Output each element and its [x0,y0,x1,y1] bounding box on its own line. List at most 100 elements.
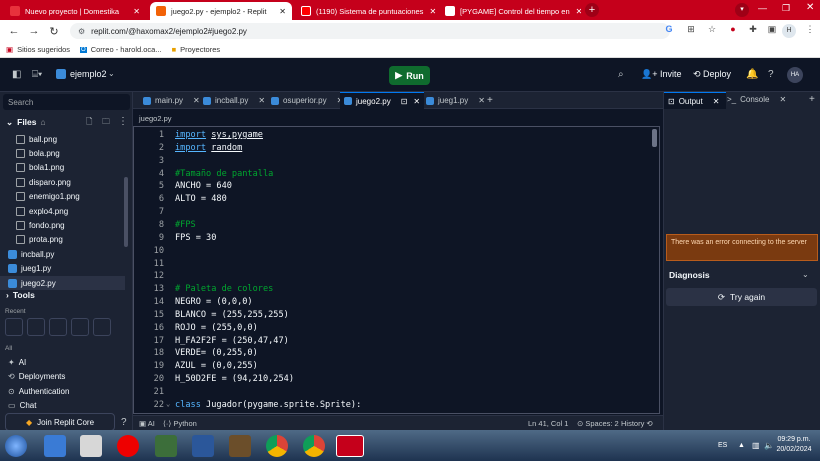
close-tab-icon[interactable]: ✕ [273,7,286,16]
word-icon[interactable] [192,435,214,457]
run-button[interactable]: ▶ Run [389,66,430,85]
fold-chevron-icon[interactable]: ⌄ [166,400,170,408]
recent-tool-slot[interactable] [27,318,45,336]
sidebar-toggle-icon[interactable]: ◧ [12,69,21,80]
file-item[interactable]: juego2.py [0,276,125,290]
language-indicator[interactable]: ES [718,442,727,449]
browser-tab-replit[interactable]: juego2.py - ejemplo2 - Replit ✕ [150,2,292,20]
search-icon[interactable]: ⌕ [618,69,624,80]
tab-search-chevron-icon[interactable]: ▾ [735,3,749,17]
file-item[interactable]: prota.png [0,233,125,247]
bookmark-correo[interactable]: O Correo - harold.oca... [80,45,162,54]
files-options-icon[interactable]: ⌂ [41,117,46,128]
diagnosis-chevron-icon[interactable]: ⌄ [802,270,809,279]
close-tab-icon[interactable]: ✕ [779,95,786,104]
tab-incball-py[interactable]: incball.py ✕ [199,92,269,109]
tool-ai[interactable]: ✦ AI [8,358,26,367]
new-file-icon[interactable]: 🗋 [86,116,92,130]
minimize-icon[interactable]: — [758,3,767,13]
tab-osuperior-py[interactable]: osuperior.py✕ [267,92,347,109]
file-item[interactable]: explo4.png [0,204,125,218]
browser-menu-icon[interactable]: ⋮ [803,24,817,38]
breadcrumb[interactable]: juego2.py [133,110,663,125]
game-icon[interactable] [155,435,177,457]
close-tab-icon[interactable]: ✕ [570,7,581,16]
file-item[interactable]: jueg1.py [0,262,125,276]
language-status[interactable]: ⟨·⟩ Python [163,419,197,428]
profile-avatar[interactable]: H [782,24,796,38]
new-folder-icon[interactable]: 🗀 [102,116,110,130]
file-item[interactable]: fondo.png [0,218,125,232]
close-tab-icon[interactable]: ✕ [127,7,140,16]
side-panel-icon[interactable]: ▣ [765,24,779,38]
code-editor[interactable]: 1 import sys,pygame 2 import random 3 4 #Tamañ… [133,126,660,414]
new-tab-button[interactable]: + [585,3,599,17]
spaces-setting[interactable]: ⊙ Spaces: 2 [577,419,619,428]
bookmark-star-icon[interactable]: ☆ [705,24,719,38]
recent-tool-slot[interactable] [49,318,67,336]
ie-icon[interactable] [44,435,66,457]
file-item[interactable]: ball.png [0,132,125,146]
browser-tab-pygame[interactable]: [PYGAME] Control del tiempo en ✕ [439,2,581,20]
file-item[interactable]: incball.py [0,247,125,261]
extension-red-icon[interactable]: ● [726,24,740,38]
deploy-button[interactable]: ⟲ Deploy [693,69,731,80]
user-avatar[interactable]: HA [787,67,803,83]
try-again-button[interactable]: ⟳ Try again [666,288,817,306]
help-icon[interactable]: ? [768,69,774,80]
invite-button[interactable]: 👤+ Invite [641,69,681,80]
recent-tool-slot[interactable] [5,318,23,336]
maximize-icon[interactable]: ❐ [782,3,790,14]
add-pane-icon[interactable]: + [809,94,815,105]
chrome-profile-icon[interactable] [303,435,325,457]
file-item[interactable]: enemigo1.png [0,190,125,204]
close-tab-icon[interactable]: ✕ [258,96,265,105]
start-button-icon[interactable] [5,435,27,457]
file-item[interactable]: bola.png [0,146,125,160]
tab-juego2-py[interactable]: juego2.py ⊡ ✕ [340,92,425,109]
notifications-bell-icon[interactable]: 🔔 [746,69,758,80]
file-item[interactable]: disparo.png [0,175,125,189]
bookmark-proyectores[interactable]: ■ Proyectores [172,45,221,54]
extensions-icon[interactable]: ✚ [746,24,760,38]
tab-output[interactable]: ⊡ Output ✕ [664,92,726,109]
network-icon[interactable]: ▥ [752,441,760,450]
split-view-icon[interactable]: ⊡ [401,97,408,106]
tab-main-py[interactable]: main.py ✕ [139,92,204,109]
files-menu-icon[interactable]: ⋮ [118,116,128,127]
tool-deployments[interactable]: ⟲ Deployments [8,372,65,381]
tool-chat[interactable]: ▭ Chat [8,401,36,410]
ai-status[interactable]: ▣ AI [139,419,155,428]
bookmark-sitios[interactable]: ▣ Sitios sugeridos [6,45,70,54]
project-chevron-icon[interactable]: ⌄ [108,69,115,78]
forward-icon[interactable]: → [24,25,44,37]
tools-header[interactable]: › Tools [6,290,35,300]
window-close-icon[interactable]: ✕ [806,2,814,13]
project-name[interactable]: ejemplo2 [70,69,107,79]
browser-tab-youtube[interactable]: (1190) Sistema de puntuaciones ✕ [295,2,437,20]
clock[interactable]: 09:29 p.m. 20/02/2024 [772,435,816,455]
history-button[interactable]: History ⟲ [621,419,653,428]
calculator-icon[interactable] [80,435,102,457]
reload-icon[interactable]: ↻ [44,25,64,38]
join-replit-core-button[interactable]: ◆ Join Replit Core [5,413,115,431]
file-item[interactable]: bola1.png [0,161,125,175]
close-tab-icon[interactable]: ✕ [413,97,420,106]
back-icon[interactable]: ← [4,25,24,37]
recent-tool-slot[interactable] [93,318,111,336]
close-tab-icon[interactable]: ✕ [423,7,436,16]
tab-jueg1-py[interactable]: jueg1.py ✕ [422,92,489,109]
address-bar[interactable]: ⚙ replit.com/@haxomax2/ejemplo2#juego2.p… [70,23,670,39]
site-info-icon[interactable]: ⚙ [78,27,85,36]
replit-logo-icon[interactable]: ⌸▾ [32,69,42,80]
new-tab-plus-icon[interactable]: + [487,95,493,106]
game2-icon[interactable] [229,435,251,457]
tab-console[interactable]: >_ Console ✕ [727,95,786,104]
editor-scrollbar[interactable] [652,129,657,147]
tool-authentication[interactable]: ⊙ Authentication [8,387,69,396]
opera-icon[interactable] [117,435,139,457]
close-tab-icon[interactable]: ✕ [478,96,485,105]
google-icon[interactable]: G [662,24,676,38]
tray-chevron-icon[interactable]: ▲ [738,442,745,449]
files-header[interactable]: ⌄ Files ⌂ [6,117,46,128]
